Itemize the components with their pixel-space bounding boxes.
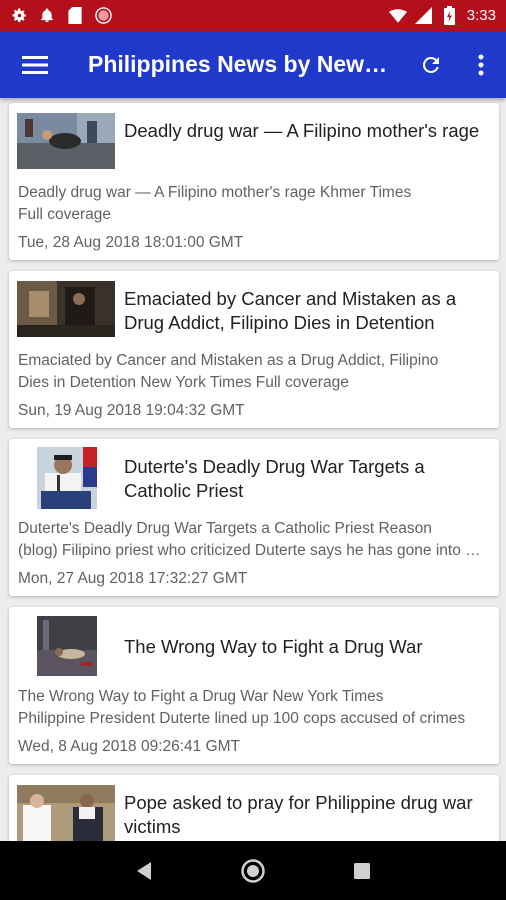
wifi-icon (388, 7, 407, 25)
clock: 3:33 (466, 7, 496, 24)
article-date: Wed, 8 Aug 2018 09:26:41 GMT (18, 738, 241, 755)
home-circle-icon[interactable] (233, 851, 273, 891)
article-thumbnail (17, 281, 115, 337)
article-date: Tue, 28 Aug 2018 18:01:00 GMT (18, 234, 244, 251)
app-title: Philippines News by New… (88, 51, 388, 77)
system-nav-bar (0, 841, 506, 900)
news-card[interactable]: Emaciated by Cancer and Mistaken as a Dr… (9, 271, 499, 428)
article-description: Deadly drug war — A Filipino mother's ra… (18, 184, 412, 223)
hamburger-menu-icon[interactable] (0, 31, 70, 98)
article-thumbnail (17, 113, 115, 169)
article-title[interactable]: Deadly drug war — A Filipino mother's ra… (124, 119, 485, 143)
refresh-icon[interactable] (406, 31, 456, 98)
article-thumbnail (17, 785, 115, 841)
notification-bell-icon (38, 7, 56, 25)
news-card[interactable]: The Wrong Way to Fight a Drug War The Wr… (9, 607, 499, 764)
article-thumbnail (37, 447, 97, 509)
article-title[interactable]: Emaciated by Cancer and Mistaken as a Dr… (124, 287, 485, 335)
news-card[interactable]: Duterte's Deadly Drug War Targets a Cath… (9, 439, 499, 596)
status-bar: 3:33 (0, 0, 506, 31)
article-title[interactable]: The Wrong Way to Fight a Drug War (124, 635, 485, 659)
news-card[interactable]: Deadly drug war — A Filipino mother's ra… (9, 103, 499, 260)
article-description: The Wrong Way to Fight a Drug War New Yo… (18, 688, 466, 727)
app-bar: Philippines News by New… (0, 31, 506, 98)
sd-card-icon (66, 7, 84, 25)
article-date: Sun, 19 Aug 2018 19:04:32 GMT (18, 402, 245, 419)
article-description: Duterte's Deadly Drug War Targets a Cath… (18, 520, 489, 559)
news-feed[interactable]: Deadly drug war — A Filipino mother's ra… (0, 98, 506, 841)
article-date: Mon, 27 Aug 2018 17:32:27 GMT (18, 570, 248, 587)
article-thumbnail (37, 616, 97, 676)
article-title[interactable]: Pope asked to pray for Philippine drug w… (124, 791, 485, 839)
recents-square-icon[interactable] (342, 851, 382, 891)
record-icon (94, 7, 112, 25)
article-description: Emaciated by Cancer and Mistaken as a Dr… (18, 352, 439, 391)
more-vert-icon[interactable] (456, 31, 506, 98)
battery-icon (441, 6, 459, 25)
settings-icon (10, 7, 28, 25)
back-triangle-icon[interactable] (124, 851, 164, 891)
news-card[interactable]: Pope asked to pray for Philippine drug w… (9, 775, 499, 841)
article-title[interactable]: Duterte's Deadly Drug War Targets a Cath… (124, 455, 485, 503)
signal-icon (415, 7, 433, 25)
